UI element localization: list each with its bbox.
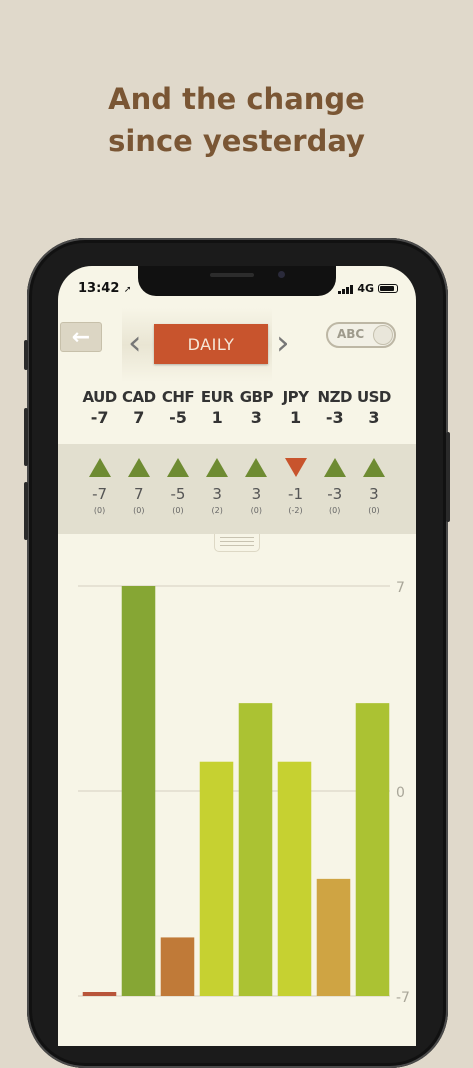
phone-power-button <box>446 432 450 522</box>
change-band: -7 (0) 7 (0) -5 (0) 3 (2) 3 (0) -1 (-2) -3 (0) 3 (0) <box>58 444 416 534</box>
previous-change: (2) <box>211 506 223 515</box>
currency-strength-value: 1 <box>211 408 223 427</box>
y-tick-label: 0 <box>396 785 405 801</box>
triangle-up-icon <box>323 458 346 477</box>
bar-aud <box>82 992 117 996</box>
app-screen: 13:42 ➚ 4G ← ‹ DAILY › ABC AUD -7 CAD 7 CHF -… <box>58 266 416 1046</box>
change-value: 7 <box>134 485 144 503</box>
previous-change: (0) <box>172 506 184 515</box>
change-value: -5 <box>170 485 186 503</box>
currency-code: EUR <box>200 388 234 406</box>
abc-toggle-label: ABC <box>337 327 365 341</box>
change-column: -1 (-2) <box>276 458 315 515</box>
previous-change: (0) <box>368 506 380 515</box>
previous-change: (0) <box>329 506 341 515</box>
chevron-right-icon[interactable]: › <box>276 326 290 360</box>
change-column: -3 (0) <box>315 458 354 515</box>
previous-change: (0) <box>250 506 263 515</box>
bar-jpy <box>277 761 312 996</box>
currency-column: EUR 1 <box>198 388 237 427</box>
change-column: 3 (2) <box>198 458 237 515</box>
y-tick-label: -7 <box>396 990 410 1006</box>
bar-chf <box>160 937 195 996</box>
toggle-knob <box>373 325 393 345</box>
currency-code: AUD <box>82 388 117 406</box>
currency-column: CHF -5 <box>158 388 197 427</box>
triangle-up-icon <box>166 458 189 477</box>
battery-icon <box>378 284 398 293</box>
triangle-up-icon <box>127 458 150 477</box>
triangle-up-icon <box>88 458 111 477</box>
currency-column: CAD 7 <box>119 388 158 427</box>
abc-toggle[interactable]: ABC <box>326 322 396 348</box>
status-indicators: 4G <box>338 282 398 295</box>
change-column: -7 (0) <box>80 458 119 515</box>
change-value: -7 <box>92 485 108 503</box>
change-row: -7 (0) 7 (0) -5 (0) 3 (2) 3 (0) -1 (-2) -3 (0) 3 (0) <box>80 458 400 515</box>
bar-gbp <box>238 703 273 996</box>
strength-bar-chart: 7 0 -7 <box>78 580 410 1006</box>
currency-code: USD <box>356 388 391 406</box>
change-value: -1 <box>288 485 304 503</box>
currency-strength-value: 7 <box>133 408 145 427</box>
currency-strength-value: -3 <box>325 408 344 427</box>
currency-column: JPY 1 <box>276 388 315 427</box>
bar-usd <box>355 703 390 996</box>
y-tick-label: 7 <box>396 580 405 596</box>
currency-code: GBP <box>239 388 274 406</box>
phone-silent-switch <box>24 340 28 370</box>
currency-strength-row: AUD -7 CAD 7 CHF -5 EUR 1 GBP 3 JPY 1 NZD -3 USD 3 <box>80 388 400 427</box>
currency-column: GBP 3 <box>237 388 276 427</box>
chevron-left-icon[interactable]: ‹ <box>128 326 142 360</box>
currency-strength-value: -7 <box>90 408 109 427</box>
currency-strength-value: 3 <box>250 408 262 427</box>
change-column: 3 (0) <box>354 458 393 515</box>
arrow-left-icon: ← <box>71 324 91 350</box>
triangle-up-icon <box>206 458 229 477</box>
change-value: 3 <box>369 485 379 503</box>
network-label: 4G <box>357 282 374 295</box>
headline: And the change since yesterday <box>0 78 473 162</box>
triangle-up-icon <box>362 458 385 477</box>
currency-strength-value: 3 <box>368 408 380 427</box>
phone-volume-down <box>24 482 28 540</box>
change-column: -5 (0) <box>158 458 197 515</box>
notch <box>138 266 336 296</box>
previous-change: (0) <box>133 506 145 515</box>
currency-code: JPY <box>282 388 309 406</box>
currency-code: NZD <box>317 388 353 406</box>
triangle-up-icon <box>245 458 268 477</box>
change-column: 7 (0) <box>119 458 158 515</box>
change-value: -3 <box>327 485 343 503</box>
headline-line1: And the change <box>108 82 365 116</box>
currency-column: AUD -7 <box>80 388 119 427</box>
location-icon: ➚ <box>123 285 132 295</box>
signal-icon <box>338 284 354 294</box>
status-time: 13:42 ➚ <box>78 281 132 296</box>
currency-column: USD 3 <box>354 388 393 427</box>
triangle-down-icon <box>284 458 307 477</box>
currency-column: NZD -3 <box>315 388 354 427</box>
phone-volume-up <box>24 408 28 466</box>
currency-strength-value: -5 <box>169 408 187 427</box>
bar-nzd <box>316 878 351 996</box>
currency-code: CAD <box>121 388 156 406</box>
change-column: 3 (0) <box>237 458 276 515</box>
previous-change: (-2) <box>288 506 303 515</box>
currency-strength-value: 1 <box>289 408 302 427</box>
bar-cad <box>121 586 156 996</box>
drawer-handle[interactable] <box>214 534 260 552</box>
bar-eur <box>199 761 234 996</box>
change-value: 3 <box>212 485 222 503</box>
period-tab-daily[interactable]: DAILY <box>154 324 268 364</box>
currency-code: CHF <box>161 388 195 406</box>
back-button[interactable]: ← <box>60 322 102 352</box>
headline-line2: since yesterday <box>108 124 365 158</box>
change-value: 3 <box>251 485 262 503</box>
previous-change: (0) <box>93 506 106 515</box>
